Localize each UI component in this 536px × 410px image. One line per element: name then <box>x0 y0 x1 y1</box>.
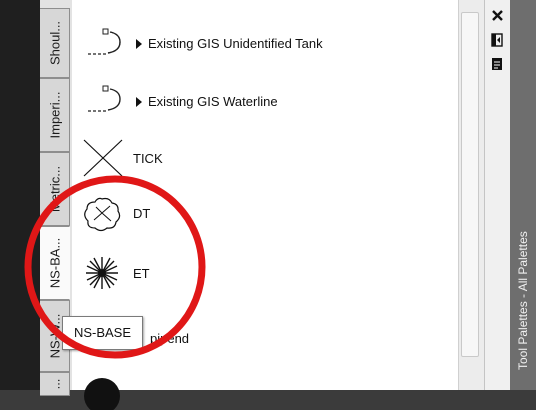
evergreen-tree-icon <box>86 257 118 289</box>
expand-arrow-icon[interactable] <box>136 39 142 49</box>
item-label: Existing GIS Unidentified Tank <box>148 36 323 51</box>
tab-ns-w-label: NS-W... <box>47 313 62 359</box>
tab-shoul[interactable]: Shoul... <box>40 8 70 78</box>
palette-item[interactable]: DT <box>72 193 458 233</box>
palette-item[interactable]: TICK <box>72 138 458 178</box>
palette-control-strip <box>484 0 510 390</box>
tab-metric-label: Metric... <box>47 165 62 213</box>
tab-tooltip: NS-BASE <box>62 316 143 350</box>
palette-item[interactable]: ET <box>72 253 458 293</box>
item-label: DT <box>133 206 151 221</box>
tab-ns-base-label: NS-BA... <box>47 237 62 289</box>
filled-circle-icon <box>84 378 120 410</box>
expand-arrow-icon[interactable] <box>136 97 142 107</box>
x-cross-icon <box>83 139 123 177</box>
scrollbar-thumb[interactable] <box>461 12 479 357</box>
tab-more-label: ... <box>47 378 62 390</box>
item-label: ET <box>133 266 150 281</box>
pipe-end-cap-icon <box>88 85 121 112</box>
tab-metric[interactable]: Metric... <box>40 152 70 226</box>
tab-more[interactable]: ... <box>40 372 70 396</box>
left-dark-strip <box>0 0 40 390</box>
item-label: Existing GIS Waterline <box>148 94 278 109</box>
palette-title: Tool Palettes - All Palettes <box>516 231 530 370</box>
palette-item[interactable]: Existing GIS Unidentified Tank <box>72 24 458 64</box>
tab-ns-base[interactable]: NS-BA... <box>40 226 70 300</box>
close-icon[interactable] <box>491 9 504 22</box>
item-label: TICK <box>133 151 163 166</box>
tab-imperial-label: Imperi... <box>47 91 62 139</box>
deciduous-tree-icon <box>84 197 121 232</box>
pipe-end-cap-icon <box>88 28 121 55</box>
tab-imperial[interactable]: Imperi... <box>40 78 70 152</box>
item-label: pipend <box>150 331 190 346</box>
tab-shoul-label: Shoul... <box>47 20 62 66</box>
palette-item[interactable]: Existing GIS Waterline <box>72 81 458 121</box>
autohide-icon[interactable] <box>491 33 503 47</box>
properties-icon[interactable] <box>491 57 503 71</box>
palette-item[interactable] <box>72 370 458 410</box>
palette-title-bar[interactable]: Tool Palettes - All Palettes <box>510 0 536 390</box>
